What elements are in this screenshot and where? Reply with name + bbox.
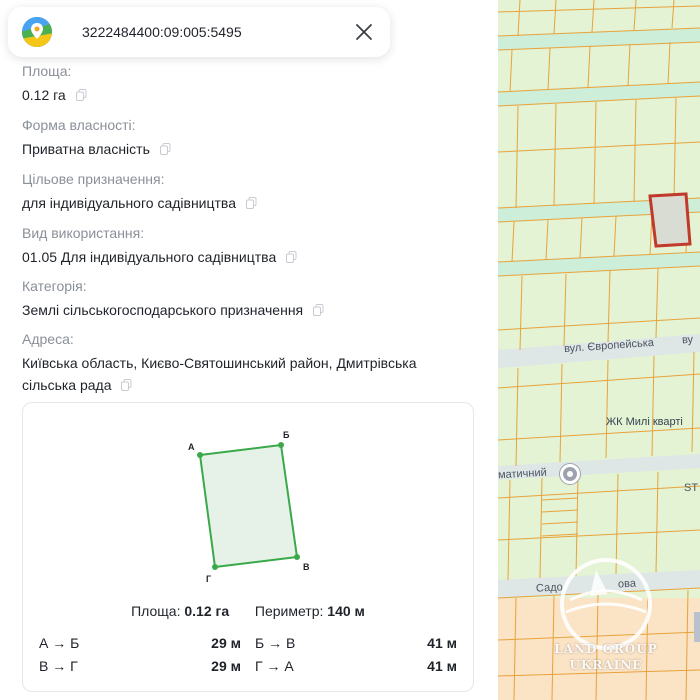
perimeter-value: 140 м xyxy=(327,603,365,619)
area-value: 0.12 га xyxy=(184,603,230,619)
vertex-dot-v xyxy=(294,554,300,560)
field-value-text: 01.05 Для індивідуального садівництва xyxy=(22,249,277,265)
field-address: Адреса: Київська область, Києво-Святошин… xyxy=(22,330,416,396)
field-area: Площа: 0.12 га xyxy=(22,62,87,106)
street-label-2-suffix: ST xyxy=(684,482,699,494)
field-value-line-1: Київська область, Києво-Святошинський ра… xyxy=(22,355,417,371)
field-value: Приватна власність xyxy=(22,138,171,160)
copy-icon[interactable] xyxy=(245,197,257,209)
vertex-label-g: Г xyxy=(206,574,211,584)
parcel-summary: Площа: 0.12 га Периметр: 140 м xyxy=(23,603,473,619)
field-value: для індивідуального садівництва xyxy=(22,192,257,214)
copy-icon[interactable] xyxy=(313,304,324,316)
vertex-dot-b xyxy=(278,442,284,448)
segment-value-ga: 41 м xyxy=(427,658,457,674)
cadastral-number: 3222484400:09:005:5495 xyxy=(82,24,242,40)
street-label-2: матичний xyxy=(498,466,547,482)
parcel-shape-diagram: А Б В Г xyxy=(188,430,310,584)
segment-value-bv: 41 м xyxy=(427,635,457,651)
map-view[interactable]: вул. Європейська ву ЖК Милі кварті матич… xyxy=(498,0,700,700)
field-label: Категорія: xyxy=(22,278,87,294)
vertex-label-v: В xyxy=(303,562,310,572)
vertex-label-a: А xyxy=(188,442,195,452)
perimeter-label: Периметр: xyxy=(254,603,324,619)
field-label: Форма власності: xyxy=(22,117,136,133)
parcel-shape-card: А Б В Г Площа: 0.12 га Периметр: 140 м А… xyxy=(22,402,474,692)
copy-icon[interactable] xyxy=(75,89,87,101)
field-ownership: Форма власності: Приватна власність xyxy=(22,116,171,160)
field-label: Цільове призначення: xyxy=(22,171,165,187)
field-value: 01.05 Для індивідуального садівництва xyxy=(22,246,297,268)
street-label-sadova-suffix: ова xyxy=(617,577,637,591)
vertex-label-b: Б xyxy=(283,430,290,440)
field-value-text: Приватна власність xyxy=(22,141,150,157)
field-value-line-2: сільська рада xyxy=(22,374,416,396)
cadastral-header-pill: 3222484400:09:005:5495 xyxy=(8,7,390,57)
map-pin-icon[interactable] xyxy=(560,464,580,484)
area-label: Площа: xyxy=(131,603,181,619)
poi-label-residential-complex: ЖК Милі кварті xyxy=(606,416,683,428)
selected-parcel-outline[interactable] xyxy=(648,192,692,248)
segment-label-bv: Б → В xyxy=(255,635,296,651)
segment-value-vg: 29 м xyxy=(211,658,241,674)
field-value: Землі сільськогосподарського призначення xyxy=(22,299,324,321)
copy-icon[interactable] xyxy=(286,251,297,263)
copy-icon[interactable] xyxy=(121,379,132,391)
field-purpose: Цільове призначення: для індивідуального… xyxy=(22,170,257,214)
field-value-text: Землі сільськогосподарського призначення xyxy=(22,302,304,318)
vertex-dot-a xyxy=(197,452,203,458)
close-icon[interactable] xyxy=(352,20,376,44)
field-category: Категорія: Землі сільськогосподарського … xyxy=(22,277,324,321)
parcel-polygon xyxy=(198,443,299,569)
street-label-europeiska-suffix: ву xyxy=(681,333,694,347)
field-usage: Вид використання: 01.05 Для індивідуальн… xyxy=(22,224,297,268)
field-value-text: 0.12 га xyxy=(22,87,66,103)
street-label-sadova: Садо xyxy=(535,581,564,595)
parcel-info-panel: 3222484400:09:005:5495 Площа: 0.12 га Фо… xyxy=(0,0,498,700)
segment-label-vg: В → Г xyxy=(39,658,78,674)
field-label: Вид використання: xyxy=(22,225,145,241)
segment-value-ab: 29 м xyxy=(211,635,241,651)
segment-label-ab: А → Б xyxy=(39,635,80,651)
field-value-text: для індивідуального садівництва xyxy=(22,195,236,211)
field-value: Київська область, Києво-Святошинський ра… xyxy=(22,352,416,396)
vertex-dot-g xyxy=(212,564,218,570)
map-pin-logo-icon xyxy=(22,17,52,47)
copy-icon[interactable] xyxy=(159,143,171,155)
segment-label-ga: Г → А xyxy=(255,658,294,674)
field-value-text: сільська рада xyxy=(22,377,112,393)
field-value: 0.12 га xyxy=(22,84,87,106)
field-label: Площа: xyxy=(22,63,72,79)
field-label: Адреса: xyxy=(22,331,74,347)
